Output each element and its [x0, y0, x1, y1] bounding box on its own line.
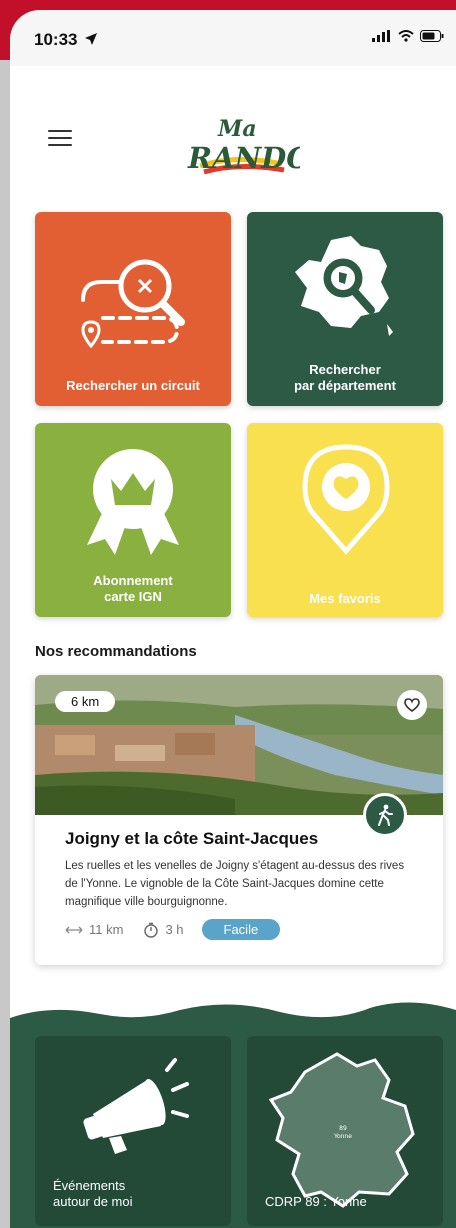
favorites-tile[interactable]: Mes favoris: [247, 423, 443, 617]
map-name-label: Yonne: [333, 1133, 352, 1140]
search-circuit-tile[interactable]: Rechercher un circuit: [35, 212, 231, 406]
menu-line: [48, 137, 72, 139]
search-circuit-label: Rechercher un circuit: [66, 378, 200, 393]
hiking-type-badge: [363, 793, 407, 837]
status-time: 10:33: [34, 30, 78, 49]
home-screen: Ma RANDO Rechercher un circuit Recherche…: [10, 66, 456, 1228]
route-meta: 11 km 3 h Facile: [65, 919, 281, 940]
cdrp-yonne-label: CDRP 89 : Yonne: [265, 1194, 367, 1209]
route-distance: 11 km: [89, 922, 124, 937]
location-arrow-icon: [85, 33, 97, 45]
favorite-button[interactable]: [397, 690, 427, 720]
events-nearby-label: Événements autour de moi: [53, 1178, 133, 1210]
menu-line: [48, 144, 72, 146]
award-badge-icon: [87, 449, 179, 555]
battery-icon: [420, 30, 444, 42]
megaphone-icon: [83, 1058, 189, 1154]
distance-arrows-icon: [65, 926, 83, 933]
france-map-search-icon: [295, 236, 393, 336]
events-label-line1: Événements: [53, 1178, 126, 1193]
recommendations-title: Nos recommandations: [35, 643, 197, 660]
status-bar: 10:33: [10, 10, 456, 66]
search-department-label-line2: par département: [294, 378, 396, 393]
route-description: Les ruelles et les venelles de Joigny s'…: [65, 860, 405, 908]
route-title: Joigny et la côte Saint-Jacques: [65, 829, 319, 848]
events-label-line2: autour de moi: [53, 1194, 133, 1209]
stopwatch-icon: [144, 922, 159, 938]
events-nearby-tile[interactable]: Événements autour de moi: [35, 1036, 231, 1226]
ign-subscription-label-line2: carte IGN: [104, 589, 162, 604]
route-duration: 3 h: [165, 922, 184, 937]
cdrp-yonne-tile[interactable]: 89 Yonne CDRP 89 : Yonne: [247, 1036, 443, 1226]
route-search-icon: [81, 259, 185, 349]
svg-text:Ma: Ma: [217, 116, 257, 142]
heart-pin-icon: [302, 444, 390, 555]
phone-screen: 10:33 Ma RANDO Rechercher un circuit Rec…: [10, 10, 456, 1228]
heart-icon: [404, 698, 420, 712]
wifi-icon: [398, 30, 414, 42]
ign-subscription-tile[interactable]: Abonnement carte IGN: [35, 423, 231, 617]
hamburger-menu-button[interactable]: [48, 130, 72, 148]
favorites-label: Mes favoris: [309, 591, 381, 606]
menu-line: [48, 130, 72, 132]
svg-text:RANDO: RANDO: [187, 141, 300, 175]
recommendation-card[interactable]: 6 km Joigny et la côte Saint-Jacques Les…: [35, 675, 443, 965]
search-department-label-line1: Rechercher: [309, 362, 381, 377]
ma-rando-logo: Ma RANDO: [187, 116, 300, 175]
search-department-tile[interactable]: Rechercher par département: [247, 212, 443, 406]
difficulty-badge: Facile: [201, 919, 281, 940]
yonne-department-map: 89 Yonne: [268, 1052, 415, 1208]
map-code-label: 89: [339, 1125, 347, 1132]
ign-subscription-label-line1: Abonnement: [93, 573, 173, 588]
distance-badge: 6 km: [55, 691, 116, 712]
signal-icon: [372, 30, 390, 42]
walking-person-icon: [378, 804, 393, 826]
status-icons: [372, 30, 444, 42]
